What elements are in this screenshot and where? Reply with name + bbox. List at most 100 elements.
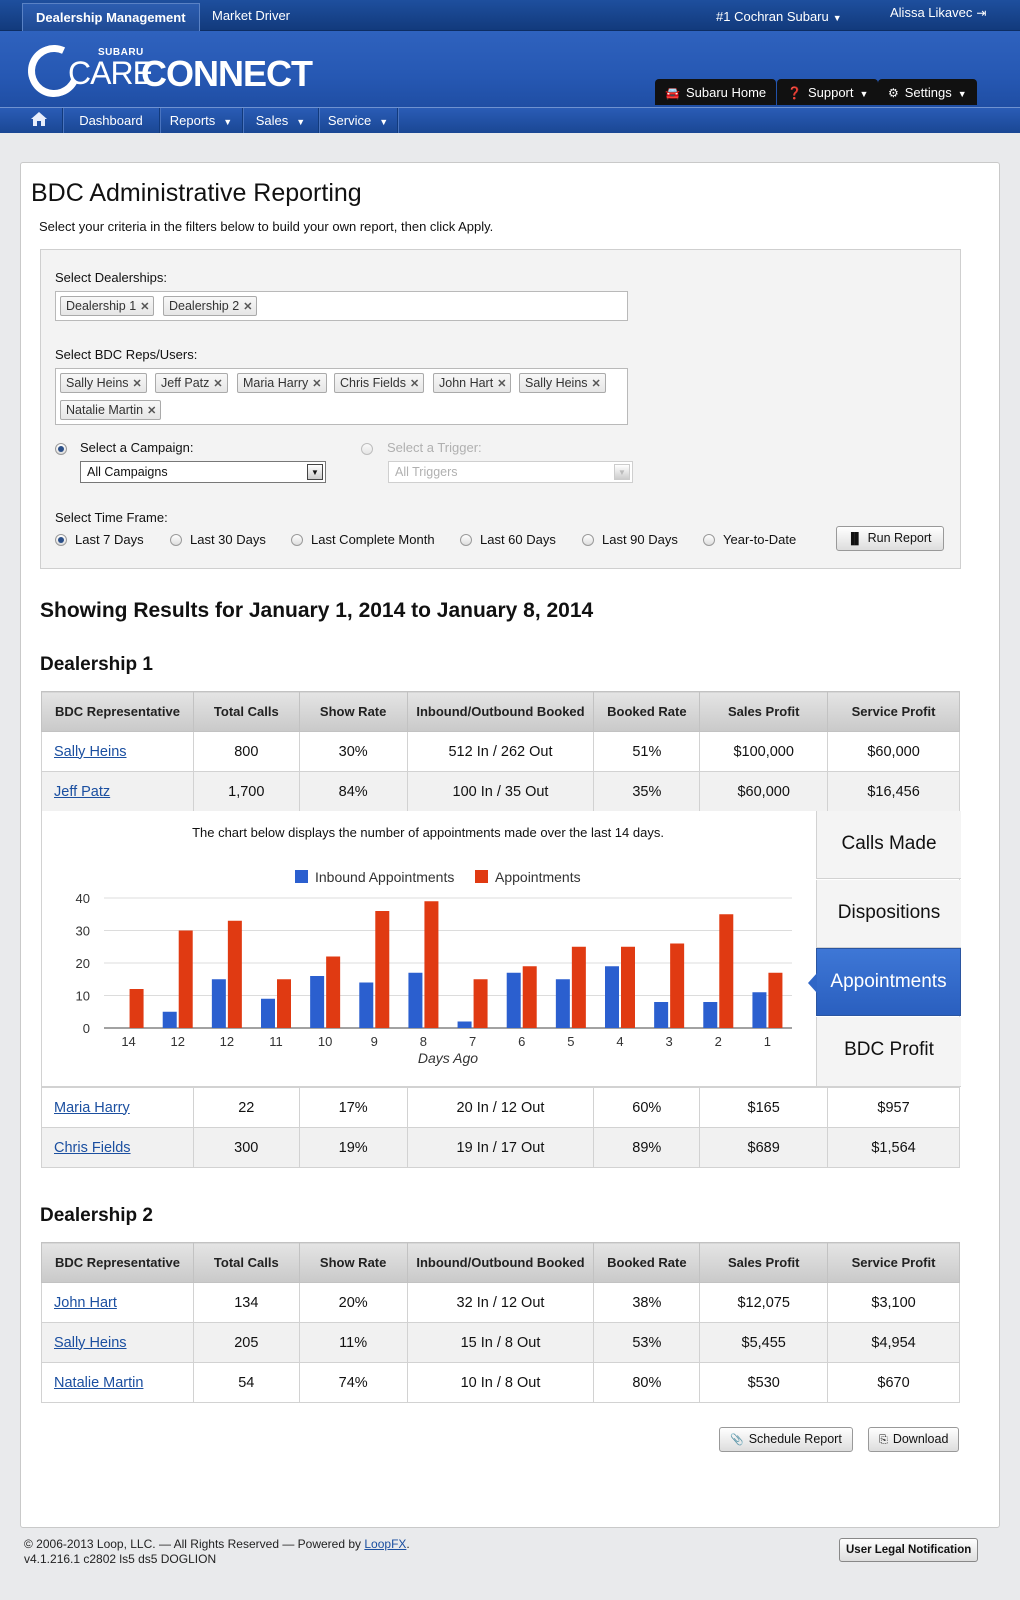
show-rate-cell: 74% [298,1362,408,1403]
tab-market-driver[interactable]: Market Driver [212,8,290,23]
run-report-button[interactable]: ▐▌ Run Report [836,526,944,551]
nav-service[interactable]: Service ▼ [319,108,398,133]
sales-profit-cell: $100,000 [699,731,829,772]
chevron-down-icon: ▼ [223,117,233,127]
rep-tag[interactable]: Jeff Patz ✕ [155,373,228,393]
table-row[interactable]: Sally Heins 800 30% 512 In / 262 Out 51%… [41,731,960,772]
sales-profit-cell: $60,000 [699,771,829,812]
user-menu[interactable]: Alissa Likavec ⇥ [890,5,986,20]
logo-connect: CONNECT [141,53,313,94]
close-icon[interactable]: ✕ [133,378,142,390]
table-row[interactable]: John Hart 134 20% 32 In / 12 Out 38% $12… [41,1282,960,1323]
close-icon[interactable]: ✕ [140,301,149,313]
legend-swatch [295,870,308,883]
rep-tag[interactable]: Sally Heins ✕ [60,373,147,393]
table-row[interactable]: Natalie Martin 54 74% 10 In / 8 Out 80% … [41,1362,960,1403]
rep-tag[interactable]: Natalie Martin ✕ [60,400,162,420]
timeframe-radio-ytd[interactable] [703,534,715,546]
y-tick-label: 20 [76,956,90,971]
trigger-radio[interactable] [361,443,373,455]
schedule-report-button[interactable]: 📎 Schedule Report [719,1427,853,1452]
nav-home[interactable] [18,108,63,133]
col-header: Sales Profit [699,1242,829,1283]
chevron-down-icon: ▼ [832,13,842,23]
rep-name-cell[interactable]: Maria Harry [41,1087,194,1128]
run-report-label: Run Report [867,531,932,545]
rep-tag[interactable]: Maria Harry ✕ [237,373,327,393]
close-icon[interactable]: ✕ [497,378,506,390]
timeframe-radio-7[interactable] [55,534,67,546]
careconnect-logo[interactable]: SUBARU CARE CONNECT [20,37,318,105]
logout-icon[interactable]: ⇥ [976,6,986,20]
legal-notification-button[interactable]: User Legal Notification [839,1538,979,1562]
campaign-radio[interactable] [55,443,67,455]
rep-link[interactable]: John Hart [54,1295,117,1311]
x-tick-label: 8 [420,1034,427,1049]
rep-tag[interactable]: John Hart ✕ [433,373,512,393]
support-button[interactable]: ❓ Support ▼ [777,79,879,105]
side-tab-calls-made[interactable]: Calls Made [816,811,961,879]
total-calls-cell: 134 [192,1282,300,1323]
tag-label: Sally Heins [66,376,129,390]
rep-link[interactable]: Jeff Patz [54,784,110,800]
nav-reports[interactable]: Reports ▼ [160,108,243,133]
close-icon[interactable]: ✕ [592,378,601,390]
timeframe-option-label: Last 30 Days [190,532,266,547]
download-button[interactable]: ⎘ Download [868,1427,960,1452]
nav-dashboard[interactable]: Dashboard [63,108,160,133]
rep-name-cell[interactable]: Sally Heins [41,1322,194,1363]
main-nav: Dashboard Reports ▼ Sales ▼ Service ▼ [0,107,1020,133]
dealer-selector[interactable]: #1 Cochran Subaru ▼ [716,9,842,24]
appointments-chart-panel: The chart below displays the number of a… [41,811,961,1087]
subaru-home-button[interactable]: 🚘 Subaru Home [655,79,777,105]
close-icon[interactable]: ✕ [312,378,321,390]
table-row[interactable]: Chris Fields 300 19% 19 In / 17 Out 89% … [41,1127,960,1168]
rep-link[interactable]: Chris Fields [54,1140,131,1156]
side-tab-bdc-profit[interactable]: BDC Profit [816,1017,961,1087]
side-tab-appointments[interactable]: Appointments [808,948,961,1016]
settings-button[interactable]: ⚙ Settings ▼ [878,79,977,105]
bar-appointments [375,911,390,1028]
booked-rate-cell: 80% [593,1362,701,1403]
timeframe-option-label: Last 60 Days [480,532,556,547]
nav-sales[interactable]: Sales ▼ [243,108,319,133]
rep-name-cell[interactable]: Sally Heins [41,731,194,772]
rep-link[interactable]: Sally Heins [54,744,127,760]
rep-link[interactable]: Sally Heins [54,1335,127,1351]
booked-rate-cell: 35% [593,771,701,812]
timeframe-radio-30[interactable] [170,534,182,546]
timeframe-radio-90[interactable] [582,534,594,546]
rep-link[interactable]: Natalie Martin [54,1375,143,1391]
close-icon[interactable]: ✕ [243,301,252,313]
close-icon[interactable]: ✕ [147,405,156,417]
bar-inbound [211,979,226,1028]
x-tick-label: 4 [616,1034,623,1049]
loopfx-link[interactable]: LoopFX [364,1537,406,1551]
rep-link[interactable]: Maria Harry [54,1100,130,1116]
dealership-tag[interactable]: Dealership 1 ✕ [60,296,155,316]
rep-name-cell[interactable]: John Hart [41,1282,194,1323]
timeframe-radio-month[interactable] [291,534,303,546]
table-row[interactable]: Sally Heins 205 11% 15 In / 8 Out 53% $5… [41,1322,960,1363]
tab-dealership-management[interactable]: Dealership Management [22,3,200,31]
x-tick-label: 10 [318,1034,332,1049]
side-tab-dispositions[interactable]: Dispositions [816,880,961,948]
rep-tag[interactable]: Sally Heins ✕ [519,373,606,393]
dealership-tag[interactable]: Dealership 2 ✕ [163,296,258,316]
close-icon[interactable]: ✕ [410,378,419,390]
rep-name-cell[interactable]: Chris Fields [41,1127,194,1168]
rep-tag[interactable]: Chris Fields ✕ [334,373,425,393]
copyright-text: © 2006-2013 Loop, LLC. — All Rights Rese… [24,1537,362,1551]
campaign-select[interactable]: All Campaigns ▼ [80,461,326,483]
reps-select[interactable]: Sally Heins ✕ Jeff Patz ✕ Maria Harry ✕ Chr… [55,368,628,425]
total-calls-cell: 54 [192,1362,300,1403]
rep-name-cell[interactable]: Jeff Patz [41,771,194,812]
dealerships-select[interactable]: Dealership 1 ✕ Dealership 2 ✕ [55,291,628,321]
table-row[interactable]: Maria Harry 22 17% 20 In / 12 Out 60% $1… [41,1087,960,1128]
booked-cell: 20 In / 12 Out [406,1087,595,1128]
close-icon[interactable]: ✕ [213,378,222,390]
rep-name-cell[interactable]: Natalie Martin [41,1362,194,1403]
trigger-select[interactable]: All Triggers ▼ [388,461,633,483]
table-row[interactable]: Jeff Patz 1,700 84% 100 In / 35 Out 35% … [41,771,960,812]
timeframe-radio-60[interactable] [460,534,472,546]
